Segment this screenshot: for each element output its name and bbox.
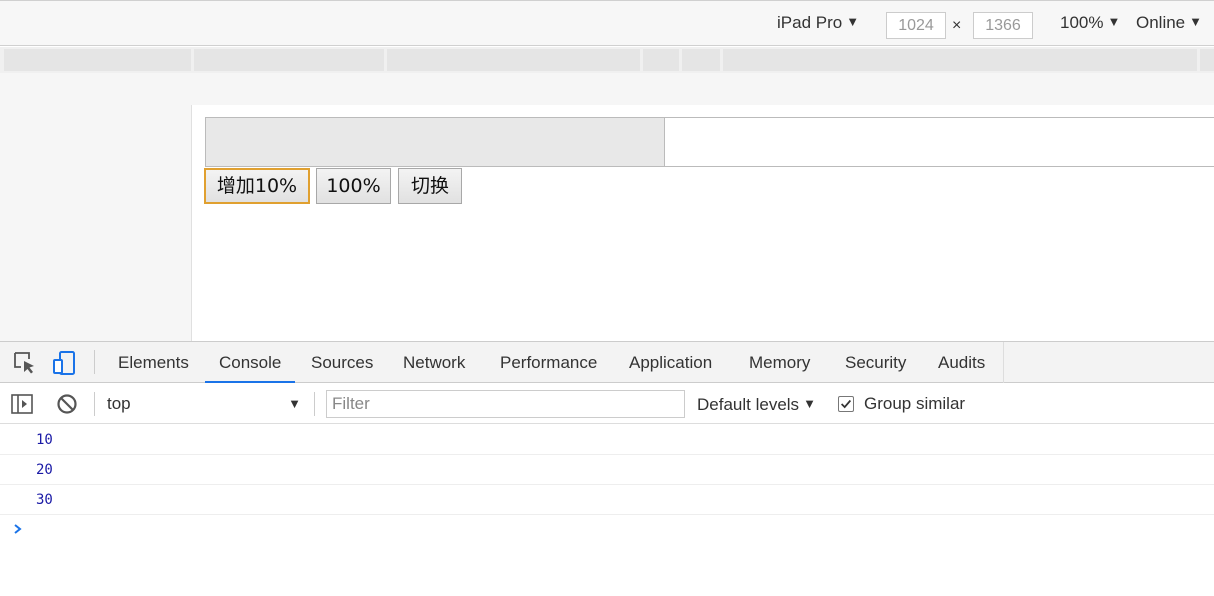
tab-network[interactable]: Network [389,342,479,383]
context-value: top [107,394,131,413]
tab-elements[interactable]: Elements [104,342,203,383]
console-messages: 10 20 30 [0,425,1214,543]
device-name: iPad Pro [777,13,843,32]
sidebar-toggle-icon[interactable] [10,392,34,416]
tab-separator [94,350,95,374]
media-query-ruler [0,47,1214,73]
width-input[interactable]: 1024 [886,12,946,39]
inspect-element-icon[interactable] [12,350,38,376]
console-message: 10 [0,425,1214,455]
page-viewport: 增加10% 100% 切换 [191,105,1214,341]
group-similar-checkbox[interactable] [838,396,854,412]
devtools-panel: Elements Console Sources Network Performance… [0,341,1214,596]
log-levels-select[interactable]: Default levels ▼ [697,392,816,417]
device-toggle-icon[interactable] [52,350,78,376]
devtools-tabbar: Elements Console Sources Network Performance… [0,342,1214,383]
media-query-bar[interactable] [643,49,679,71]
media-query-bar[interactable] [4,49,191,71]
progress-bar [205,117,1214,167]
dimension-separator: × [952,17,962,34]
network-select[interactable]: Online ▼ [1136,13,1202,33]
media-query-bar[interactable] [723,49,1197,71]
console-prompt[interactable] [0,515,1214,543]
network-value: Online [1136,13,1186,32]
full-100-button[interactable]: 100% [316,168,391,204]
toggle-button[interactable]: 切换 [398,168,462,204]
tab-audits[interactable]: Audits [924,342,999,383]
height-input[interactable]: 1366 [973,12,1033,39]
tab-application[interactable]: Application [615,342,726,383]
console-message: 20 [0,455,1214,485]
tab-memory[interactable]: Memory [735,342,824,383]
viewport-gutter [0,73,191,341]
media-query-bar[interactable] [1200,49,1214,71]
tab-console[interactable]: Console [205,342,296,383]
media-query-bar[interactable] [682,49,720,71]
dropdown-arrow-icon: ▼ [1189,14,1203,29]
console-message: 30 [0,485,1214,515]
increase-10-button[interactable]: 增加10% [204,168,310,204]
console-toolbar: top ▼ Default levels▼ Group similar [0,383,1214,424]
checkmark-icon [841,399,852,409]
device-select[interactable]: iPad Pro ▼ [777,13,859,33]
device-toolbar: iPad Pro ▼ 1024 × 1366 100% ▼ Online ▼ [0,0,1214,46]
progress-fill [206,118,665,166]
context-select[interactable]: top ▼ [107,392,307,416]
media-query-bar[interactable] [194,49,384,71]
dropdown-arrow-icon: ▼ [1107,14,1121,29]
dropdown-arrow-icon: ▼ [288,396,301,411]
dropdown-arrow-icon: ▼ [803,396,816,411]
tab-end-divider [1003,342,1004,383]
toolbar-separator [314,392,315,416]
dropdown-arrow-icon: ▼ [846,14,860,29]
filter-input[interactable] [326,390,685,418]
log-levels-value: Default levels [697,395,800,414]
zoom-select[interactable]: 100% ▼ [1060,13,1120,33]
toolbar-separator [94,392,95,416]
zoom-value: 100% [1060,13,1104,32]
group-similar-label: Group similar [864,394,966,413]
viewport-gutter-top [191,73,1214,105]
media-query-bar[interactable] [387,49,640,71]
tab-sources[interactable]: Sources [297,342,387,383]
prompt-chevron-icon [14,524,22,534]
tab-security[interactable]: Security [831,342,920,383]
tab-performance[interactable]: Performance [486,342,611,383]
clear-console-icon[interactable] [55,392,79,416]
